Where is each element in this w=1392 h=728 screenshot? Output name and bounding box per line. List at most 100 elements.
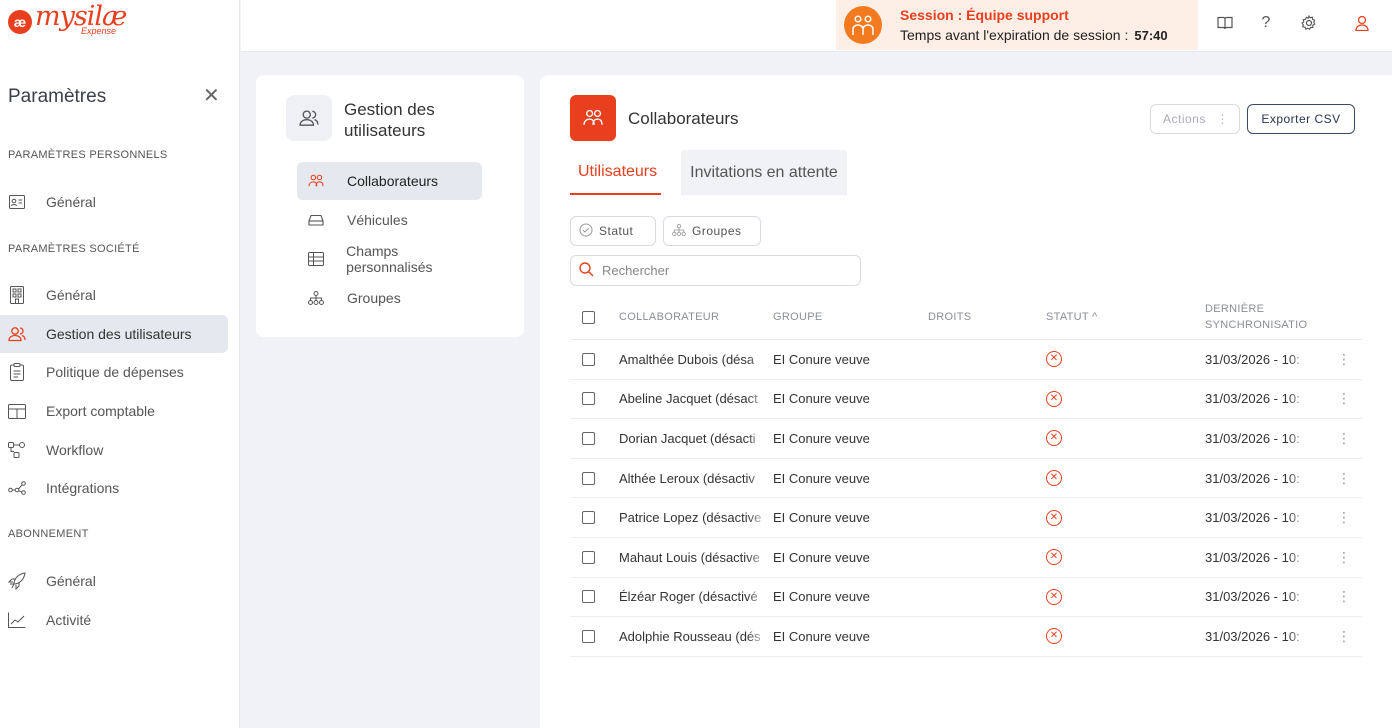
menu-item-vehicules[interactable]: Véhicules — [297, 201, 482, 239]
sidebar-item-activity[interactable]: Activité — [0, 601, 228, 639]
menu-title: Gestion des utilisateurs — [344, 100, 435, 140]
export-csv-button[interactable]: Exporter CSV — [1247, 104, 1355, 134]
table-row[interactable]: Patrice Lopez (désactive EI Conure veuve ✕… — [570, 498, 1362, 538]
filter-groupes[interactable]: Groupes — [663, 216, 761, 246]
collaborateurs-panel: Collaborateurs Actions ⋮ Exporter CSV Uti… — [540, 75, 1392, 728]
users-icon — [286, 95, 332, 141]
sidebar-item-integrations[interactable]: Intégrations — [0, 469, 228, 507]
row-checkbox[interactable] — [582, 392, 595, 406]
gear-icon[interactable] — [1298, 12, 1320, 34]
search-box[interactable] — [570, 255, 861, 286]
users-icon — [307, 174, 325, 188]
deactivated-status-icon: ✕ — [1046, 351, 1062, 368]
table-row[interactable]: Mahaut Louis (désactive EI Conure veuve ✕ 3… — [570, 537, 1362, 578]
menu-item-label: Groupes — [347, 290, 401, 306]
row-menu-icon[interactable]: ⋮ — [1337, 470, 1351, 487]
cell-last-sync: 31/03/2026 - 10: — [1205, 419, 1310, 458]
row-menu-icon[interactable]: ⋮ — [1337, 351, 1351, 368]
sidebar-item-general-company[interactable]: Général — [0, 276, 228, 314]
car-icon — [307, 214, 325, 226]
table-row[interactable]: Amalthée Dubois (désa EI Conure veuve ✕ 31/… — [570, 340, 1362, 380]
col-droits[interactable]: DROITS — [928, 295, 971, 339]
sidebar: æ mysilæ Expense Paramètres ✕ PARAMÈTRES… — [0, 0, 240, 728]
sidebar-item-label: Politique de dépenses — [46, 364, 184, 380]
help-icon[interactable]: ? — [1255, 12, 1277, 34]
table-row[interactable]: Adolphie Rousseau (dés EI Conure veuve ✕ 31… — [570, 617, 1362, 657]
search-icon — [579, 261, 594, 280]
cell-last-sync: 31/03/2026 - 10: — [1205, 617, 1310, 656]
section-personal: PARAMÈTRES PERSONNELS — [8, 149, 168, 161]
kebab-icon: ⋮ — [1216, 112, 1229, 126]
row-menu-icon[interactable]: ⋮ — [1337, 549, 1351, 566]
page-title: Collaborateurs — [628, 109, 739, 128]
row-checkbox[interactable] — [582, 590, 595, 604]
deactivated-status-icon: ✕ — [1046, 509, 1062, 526]
sidebar-item-label: Général — [46, 194, 96, 210]
menu-item-groupes[interactable]: Groupes — [297, 279, 482, 317]
sidebar-item-label: Général — [46, 573, 96, 589]
session-title: Session : Équipe support — [900, 7, 1069, 23]
row-checkbox[interactable] — [582, 511, 595, 525]
row-checkbox[interactable] — [582, 471, 595, 485]
sidebar-item-workflow[interactable]: Workflow — [0, 431, 228, 469]
col-collaborateur[interactable]: COLLABORATEUR — [619, 295, 719, 339]
cell-groupe: EI Conure veuve — [773, 628, 870, 644]
actions-button[interactable]: Actions ⋮ — [1150, 104, 1240, 134]
menu-item-custom-fields[interactable]: Champs personnalisés — [297, 240, 482, 278]
sidebar-item-user-management[interactable]: Gestion des utilisateurs — [0, 315, 228, 353]
book-icon[interactable] — [1214, 12, 1236, 34]
cell-collaborateur: Amalthée Dubois (désa — [619, 340, 769, 379]
close-icon[interactable]: ✕ — [203, 83, 220, 108]
cell-last-sync: 31/03/2026 - 10: — [1205, 498, 1310, 537]
search-input[interactable] — [602, 263, 852, 278]
row-menu-icon[interactable]: ⋮ — [1337, 390, 1351, 407]
session-time-value: 57:40 — [1134, 28, 1168, 43]
row-menu-icon[interactable]: ⋮ — [1337, 509, 1351, 526]
cell-groupe: EI Conure veuve — [773, 351, 870, 367]
cell-groupe: EI Conure veuve — [773, 430, 870, 446]
cell-collaborateur: Mahaut Louis (désactive — [619, 537, 769, 577]
logo-mark: æ — [8, 10, 32, 34]
tab-utilisateurs[interactable]: Utilisateurs — [570, 150, 661, 195]
cell-groupe: EI Conure veuve — [773, 391, 870, 407]
id-card-icon — [8, 193, 26, 211]
table-row[interactable]: Abeline Jacquet (désact EI Conure veuve ✕ 3… — [570, 379, 1362, 420]
deactivated-status-icon: ✕ — [1046, 390, 1062, 407]
deactivated-status-icon: ✕ — [1046, 628, 1062, 645]
cell-collaborateur: Althée Leroux (désactiv — [619, 458, 769, 498]
section-company: PARAMÈTRES SOCIÉTÉ — [8, 243, 140, 255]
cell-collaborateur: Adolphie Rousseau (dés — [619, 617, 769, 656]
table-icon — [8, 402, 26, 420]
sidebar-item-general-personal[interactable]: Général — [0, 183, 228, 221]
row-checkbox[interactable] — [582, 550, 595, 564]
section-subscription: ABONNEMENT — [8, 528, 89, 540]
table-row[interactable]: Élzéar Roger (désactivé EI Conure veuve ✕ 3… — [570, 577, 1362, 618]
col-statut[interactable]: STATUT ^ — [1046, 295, 1098, 339]
integration-icon — [8, 479, 26, 497]
cell-last-sync: 31/03/2026 - 10: — [1205, 340, 1310, 379]
select-all-checkbox[interactable] — [582, 310, 595, 324]
app-logo[interactable]: æ mysilæ Expense — [8, 2, 127, 46]
row-checkbox[interactable] — [582, 352, 595, 366]
filter-statut[interactable]: Statut — [570, 216, 656, 246]
tab-invitations[interactable]: Invitations en attente — [681, 150, 847, 195]
table-row[interactable]: Dorian Jacquet (désacti EI Conure veuve ✕ 3… — [570, 419, 1362, 459]
workflow-icon — [8, 441, 26, 459]
sidebar-item-expense-policy[interactable]: Politique de dépenses — [0, 353, 228, 391]
sidebar-item-accounting-export[interactable]: Export comptable — [0, 392, 228, 430]
table-row[interactable]: Althée Leroux (désactiv EI Conure veuve ✕ 3… — [570, 458, 1362, 499]
row-checkbox[interactable] — [582, 431, 595, 445]
row-menu-icon[interactable]: ⋮ — [1337, 430, 1351, 447]
row-menu-icon[interactable]: ⋮ — [1337, 588, 1351, 605]
col-groupe[interactable]: GROUPE — [773, 295, 822, 339]
sidebar-item-general-subscription[interactable]: Général — [0, 562, 228, 600]
team-icon — [844, 6, 882, 44]
row-menu-icon[interactable]: ⋮ — [1337, 628, 1351, 645]
sidebar-item-label: Activité — [46, 612, 92, 628]
user-icon[interactable] — [1351, 12, 1373, 34]
col-last-sync[interactable]: DERNIÈRE SYNCHRONISATIO — [1205, 295, 1310, 339]
row-checkbox[interactable] — [582, 629, 595, 643]
session-countdown: Temps avant l'expiration de session :57:… — [900, 27, 1168, 43]
deactivated-status-icon: ✕ — [1046, 470, 1062, 487]
menu-item-collaborateurs[interactable]: Collaborateurs — [297, 162, 482, 200]
